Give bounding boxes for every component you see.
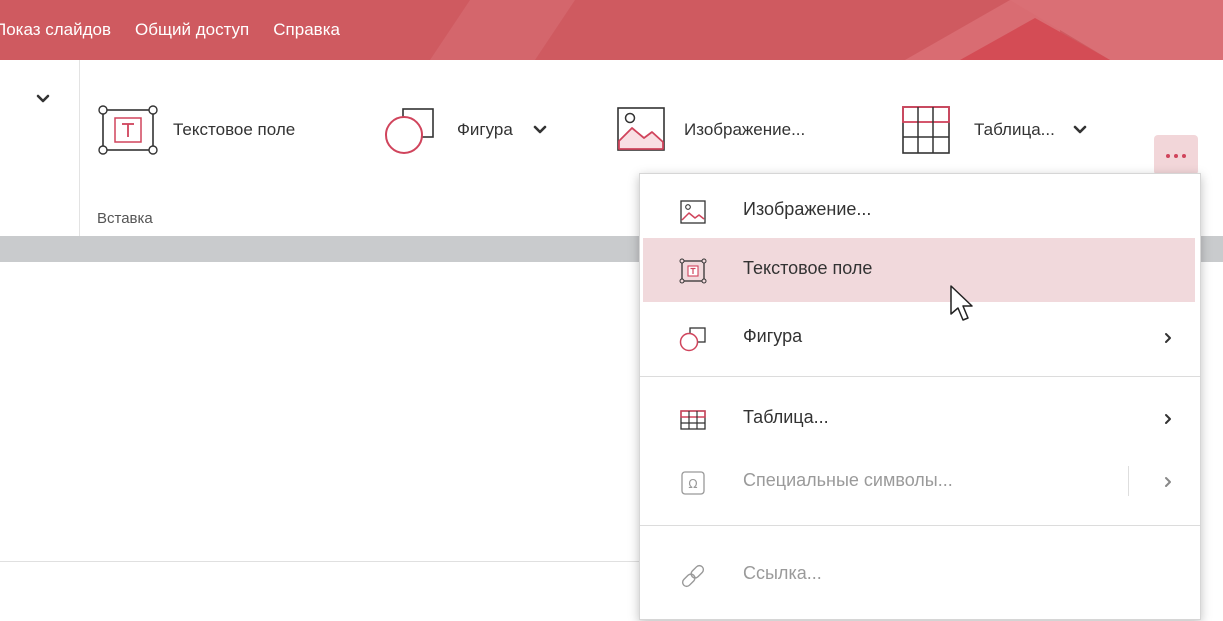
chevron-right-icon [1165, 414, 1171, 424]
canvas-divider [0, 561, 640, 562]
mouse-cursor-icon [950, 285, 973, 321]
dropdown-item-table[interactable]: Таблица... [640, 387, 1200, 451]
image-icon [680, 200, 706, 224]
textbox-icon [679, 258, 707, 284]
omega-icon: Ω [681, 471, 705, 495]
shape-icon [679, 327, 706, 352]
shape-icon [385, 108, 434, 154]
table-button[interactable]: Таблица... [898, 104, 1087, 156]
dropdown-item-label: Фигура [743, 326, 803, 346]
dropdown-divider [640, 376, 1200, 377]
dropdown-item-label: Таблица... [743, 407, 829, 427]
table-label: Таблица... [974, 120, 1055, 139]
dot-icon [1174, 154, 1178, 158]
dropdown-item-label: Специальные символы... [743, 470, 953, 490]
dot-icon [1182, 154, 1186, 158]
svg-text:Ω: Ω [688, 477, 697, 491]
chevron-right-icon [1165, 477, 1171, 487]
shape-button[interactable]: Фигура [383, 104, 547, 156]
textbox-icon [98, 105, 158, 155]
insert-more-dropdown: Изображение... Текстовое поле Фигура Таб… [639, 173, 1201, 620]
image-button[interactable]: Изображение... [614, 104, 805, 156]
shape-label: Фигура [457, 120, 513, 139]
chevron-down-icon[interactable] [533, 125, 547, 135]
dropdown-divider [640, 525, 1200, 526]
dot-icon [1166, 154, 1170, 158]
dropdown-item-label: Ссылка... [743, 563, 822, 583]
dropdown-item-label: Текстовое поле [743, 258, 873, 278]
image-icon [617, 107, 665, 151]
menu-bar: Показ слайдов Общий доступ Справка [0, 0, 1223, 60]
dropdown-item-label: Изображение... [743, 199, 872, 219]
dropdown-item-image[interactable]: Изображение... [640, 179, 1200, 243]
textbox-button[interactable]: Текстовое поле [97, 104, 295, 156]
table-icon [680, 410, 706, 430]
image-label: Изображение... [684, 120, 806, 139]
chevron-down-icon[interactable] [36, 94, 50, 104]
ribbon-collapse-column [0, 60, 80, 236]
table-icon [902, 106, 950, 154]
link-icon [681, 564, 705, 588]
split-separator [1128, 466, 1129, 496]
dropdown-item-link: Ссылка... [640, 543, 1200, 607]
group-label-insert: Вставка [97, 210, 153, 227]
dropdown-item-special-characters: Ω Специальные символы... [640, 450, 1200, 514]
dropdown-item-shape[interactable]: Фигура [640, 306, 1200, 370]
chevron-down-icon[interactable] [1073, 125, 1087, 135]
menu-slideshow[interactable]: Показ слайдов [0, 20, 111, 40]
dropdown-item-textbox[interactable]: Текстовое поле [643, 238, 1195, 302]
menu-help[interactable]: Справка [273, 20, 340, 40]
menu-sharing[interactable]: Общий доступ [135, 20, 249, 40]
more-button[interactable] [1154, 135, 1198, 175]
chevron-right-icon [1165, 333, 1171, 343]
textbox-label: Текстовое поле [173, 120, 296, 139]
